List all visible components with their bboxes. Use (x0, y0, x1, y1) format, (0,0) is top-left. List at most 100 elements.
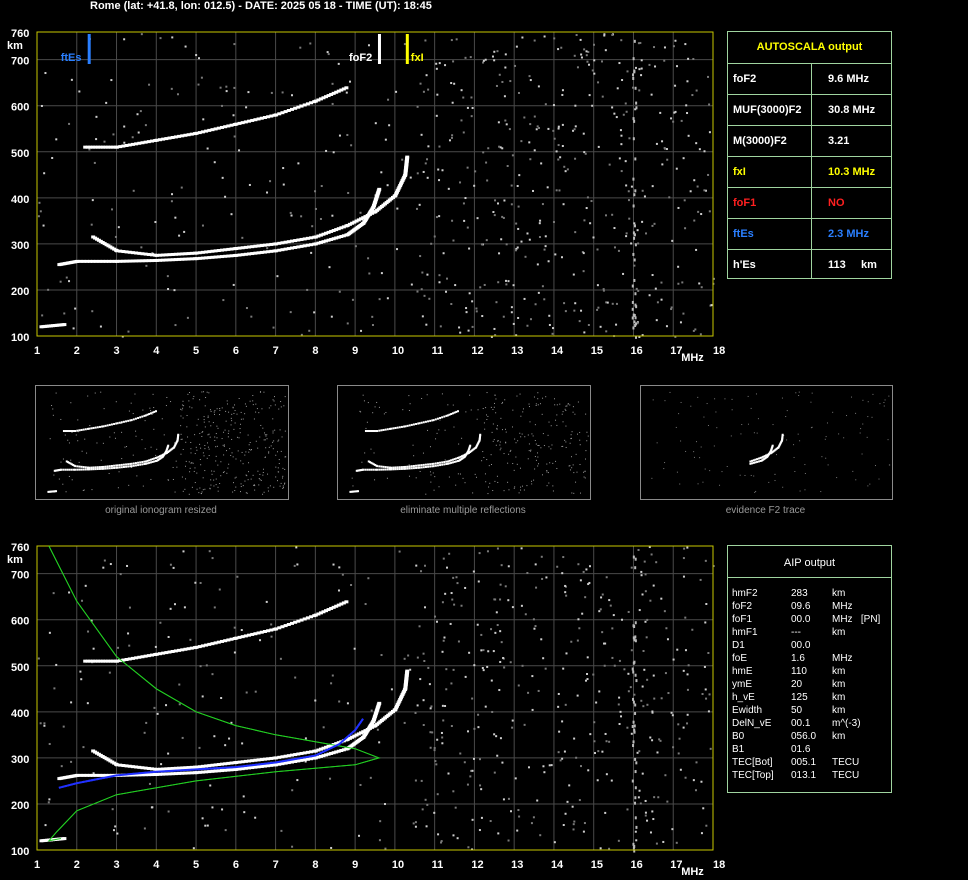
thumb-noise (496, 425, 498, 427)
noise-dot (479, 758, 482, 761)
thumb-noise (419, 470, 421, 472)
noise-dot (112, 133, 115, 136)
noise-dot (448, 139, 451, 142)
noise-dot (655, 319, 658, 322)
noise-dot (611, 33, 614, 36)
noise-dot (172, 566, 175, 569)
noise-dot (632, 661, 635, 665)
noise-dot (178, 234, 181, 237)
noise-dot (470, 96, 473, 99)
noise-dot (153, 706, 156, 709)
noise-dot (557, 705, 560, 708)
noise-dot (534, 625, 537, 628)
noise-dot (232, 114, 235, 117)
noise-dot (114, 825, 117, 828)
noise-dot (475, 310, 478, 313)
thumb-noise (475, 476, 477, 478)
noise-dot (523, 297, 526, 300)
thumb-noise (83, 489, 85, 491)
noise-dot (306, 288, 309, 291)
noise-dot (93, 161, 96, 164)
y-tick-label: 400 (11, 194, 29, 206)
thumb-noise (820, 491, 822, 493)
thumb-noise (132, 413, 134, 415)
thumb-noise (268, 446, 270, 448)
noise-dot (502, 216, 505, 219)
noise-dot (178, 683, 181, 686)
noise-dot (646, 678, 649, 681)
thumb-trace (122, 465, 125, 468)
thumb-noise (259, 436, 261, 438)
noise-dot (608, 740, 611, 743)
x-tick-label: 1 (34, 345, 40, 357)
thumb-trace (410, 423, 413, 426)
thumb-noise (215, 433, 217, 435)
noise-dot (167, 810, 170, 813)
noise-dot (213, 606, 216, 609)
thumb-noise (583, 471, 585, 473)
noise-dot (514, 249, 517, 252)
aip-value: --- (791, 627, 801, 638)
thumb-noise (278, 463, 280, 465)
thumb-noise (201, 391, 203, 393)
aip-unit: m^(-3) (832, 718, 861, 729)
thumb-trace (429, 419, 432, 422)
thumb-noise (537, 444, 539, 446)
aip-value: 1.6 (791, 653, 805, 664)
noise-dot (422, 699, 425, 702)
noise-dot (574, 125, 577, 128)
thumb-noise (200, 492, 202, 494)
thumb-noise (185, 441, 187, 443)
thumb-trace (408, 467, 411, 470)
caption-f2-trace: evidence F2 trace (725, 505, 806, 516)
thumb-trace (394, 468, 397, 471)
thumb-noise (236, 413, 238, 415)
noise-dot (338, 134, 341, 137)
thumb-noise (235, 458, 237, 460)
thumb-noise (430, 474, 432, 476)
noise-dot (478, 552, 481, 555)
noise-dot (272, 326, 275, 329)
noise-dot (425, 323, 428, 326)
thumb-noise (487, 493, 489, 495)
noise-dot (156, 712, 159, 715)
thumb-noise (219, 409, 221, 411)
noise-dot (537, 85, 540, 88)
noise-dot (167, 287, 170, 290)
noise-dot (590, 200, 593, 203)
noise-dot (259, 639, 262, 642)
marker-label: foF2 (349, 52, 372, 64)
noise-dot (248, 183, 251, 186)
noise-dot (473, 727, 476, 730)
noise-dot (593, 72, 596, 75)
thumb-noise (68, 442, 70, 444)
thumb-trace (434, 462, 437, 465)
thumb-trace (84, 468, 87, 471)
x-tick-label: 10 (392, 345, 404, 357)
thumb-noise (731, 398, 733, 400)
noise-dot (174, 216, 177, 219)
x-tick-label: 16 (630, 859, 642, 871)
noise-dot (637, 796, 640, 799)
y-tick-label: 100 (11, 846, 29, 858)
thumb-noise (260, 424, 262, 426)
thumb-noise (284, 482, 286, 484)
noise-dot (143, 827, 146, 830)
thumb-trace (120, 466, 123, 469)
noise-dot (421, 271, 424, 274)
thumb-noise (508, 453, 510, 455)
noise-dot (632, 670, 635, 674)
thumb-noise (142, 485, 144, 487)
thumb-noise (280, 482, 282, 484)
thumb-trace (382, 465, 385, 468)
noise-dot (479, 784, 482, 787)
noise-dot (464, 197, 467, 200)
thumb-noise (232, 482, 234, 484)
thumb-noise (477, 409, 479, 411)
noise-dot (332, 151, 335, 154)
noise-dot (331, 82, 334, 85)
x-tick-label: 10 (392, 859, 404, 871)
noise-dot (573, 820, 576, 823)
noise-dot (638, 609, 641, 612)
thumb-noise (240, 423, 242, 425)
